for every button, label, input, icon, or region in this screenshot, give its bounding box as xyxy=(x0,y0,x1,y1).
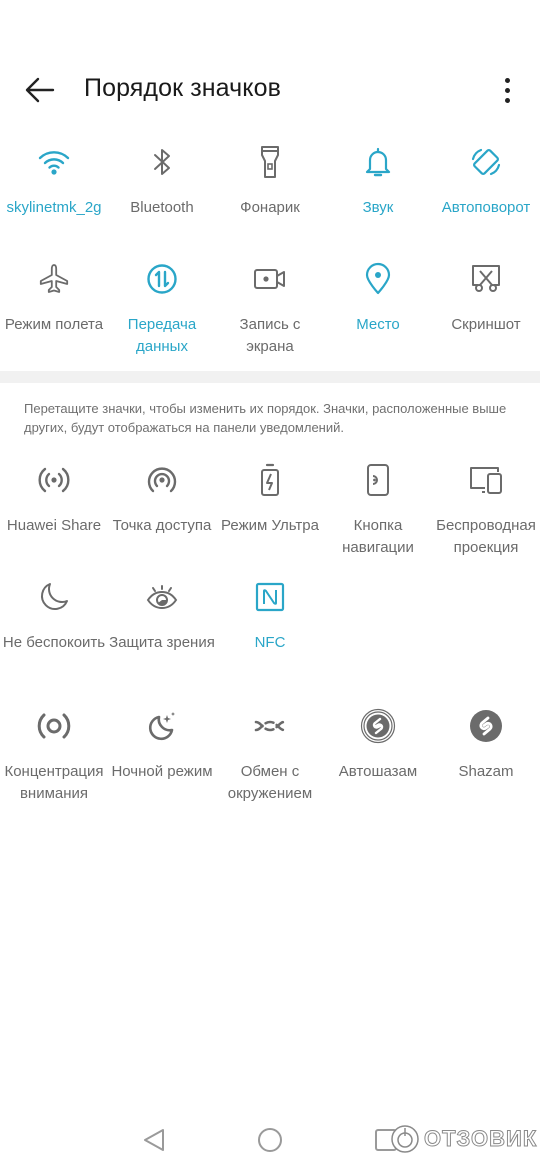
tile-huawei-share[interactable]: Huawei Share xyxy=(0,448,108,565)
watermark-logo-icon xyxy=(391,1125,419,1153)
hotspot-icon xyxy=(145,460,179,500)
tile-bluetooth[interactable]: Bluetooth xyxy=(108,130,216,247)
nav-home-button[interactable] xyxy=(254,1126,286,1154)
tile-flashlight[interactable]: Фонарик xyxy=(216,130,324,247)
tile-mobile-data[interactable]: Передача данных xyxy=(108,247,216,364)
tile-airplane[interactable]: Режим полета xyxy=(0,247,108,364)
moon-icon xyxy=(38,577,70,617)
more-options-button[interactable] xyxy=(492,72,522,108)
tile-auto-rotate[interactable]: Автоповорот xyxy=(432,130,540,247)
watermark: ОТЗОВИК xyxy=(390,1124,537,1154)
tile-label: Автошазам xyxy=(338,763,418,780)
drag-hint-text: Перетащите значки, чтобы изменить их пор… xyxy=(24,401,507,435)
tile-label: Режим полета xyxy=(4,316,104,333)
more-dot xyxy=(504,87,510,93)
shazam-icon xyxy=(469,706,503,746)
nearby-share-icon xyxy=(253,706,287,746)
tile-screenshot[interactable]: Скриншот xyxy=(432,247,540,364)
auto-rotate-icon xyxy=(469,142,503,182)
tile-label: Фонарик xyxy=(240,199,300,216)
tile-label: Передача данных xyxy=(127,316,197,355)
tile-label: Точка доступа xyxy=(112,517,212,534)
nav-button-icon xyxy=(365,460,391,500)
screenshot-icon xyxy=(470,259,502,299)
nav-home-icon xyxy=(258,1128,282,1152)
inactive-tiles-grid: Huawei Share Точка доступа Режим Ультра Кно… xyxy=(0,448,540,682)
tile-bell[interactable]: Звук xyxy=(324,130,432,247)
tile-label: Защита зрения xyxy=(109,634,215,651)
back-button[interactable] xyxy=(20,72,60,108)
tile-nfc[interactable]: NFC xyxy=(216,565,324,682)
tile-label: Не беспокоить xyxy=(2,634,106,651)
tile-nav-button[interactable]: Кнопка навигации xyxy=(324,448,432,565)
tile-auto-shazam[interactable]: Автошазам xyxy=(324,694,432,811)
tile-label: Концентрация внимания xyxy=(4,763,104,802)
tile-label: Режим Ультра xyxy=(221,517,319,534)
tile-label: NFC xyxy=(254,634,286,651)
flashlight-icon xyxy=(259,142,281,182)
nav-back-button[interactable] xyxy=(138,1126,170,1154)
tile-label: Bluetooth xyxy=(130,199,194,216)
auto-shazam-icon xyxy=(360,706,396,746)
tile-location-pin[interactable]: Место xyxy=(324,247,432,364)
tile-label: Ночной режим xyxy=(111,763,213,780)
tile-wireless-projection[interactable]: Беспроводная проекция xyxy=(432,448,540,565)
tile-label: Автоповорот xyxy=(441,199,531,216)
section-divider xyxy=(0,371,540,383)
tile-label: Звук xyxy=(362,199,394,216)
tile-focus[interactable]: Концентрация внимания xyxy=(0,694,108,811)
tile-label: Обмен с окружением xyxy=(227,763,313,802)
tile-wifi[interactable]: skylinetmk_2g xyxy=(0,130,108,247)
nav-back-icon xyxy=(144,1129,164,1151)
tile-shazam[interactable]: Shazam xyxy=(432,694,540,811)
mobile-data-icon xyxy=(146,259,178,299)
active-tiles-grid: skylinetmk_2g Bluetooth Фонарик Звук Автопов… xyxy=(0,130,540,364)
wireless-projection-icon xyxy=(468,460,504,500)
watermark-text: ОТЗОВИК xyxy=(423,1126,538,1152)
tile-label: Huawei Share xyxy=(6,517,102,534)
page-title: Порядок значков xyxy=(84,74,281,102)
tile-label: Место xyxy=(356,316,400,333)
tile-label: Беспроводная проекция xyxy=(436,517,536,556)
huawei-share-icon xyxy=(36,460,72,500)
tile-screen-record[interactable]: Запись с экрана xyxy=(216,247,324,364)
tile-label: Скриншот xyxy=(451,316,521,333)
tile-label: Кнопка навигации xyxy=(342,517,414,556)
arrow-left-icon xyxy=(25,77,55,103)
nfc-icon xyxy=(255,577,285,617)
bell-icon xyxy=(364,142,392,182)
bluetooth-icon xyxy=(150,142,174,182)
more-dot xyxy=(504,97,510,103)
tile-eye[interactable]: Защита зрения xyxy=(108,565,216,682)
tile-battery-ultra[interactable]: Режим Ультра xyxy=(216,448,324,565)
tile-nearby-share[interactable]: Обмен с окружением xyxy=(216,694,324,811)
screen-record-icon xyxy=(253,259,287,299)
eye-icon xyxy=(145,577,179,617)
night-mode-icon xyxy=(145,706,179,746)
tile-moon[interactable]: Не беспокоить xyxy=(0,565,108,682)
wifi-icon xyxy=(37,142,71,182)
battery-ultra-icon xyxy=(259,460,281,500)
tile-hotspot[interactable]: Точка доступа xyxy=(108,448,216,565)
tile-label: Запись с экрана xyxy=(239,316,301,355)
extra-tiles-grid: Концентрация внимания Ночной режим Обмен с… xyxy=(0,694,540,811)
airplane-icon xyxy=(38,259,70,299)
app-header: Порядок значков xyxy=(0,60,540,120)
location-pin-icon xyxy=(364,259,392,299)
focus-icon xyxy=(36,706,72,746)
tile-night-mode[interactable]: Ночной режим xyxy=(108,694,216,811)
more-vertical-icon xyxy=(504,77,510,83)
tile-label: skylinetmk_2g xyxy=(6,199,102,216)
tile-label: Shazam xyxy=(458,763,514,780)
